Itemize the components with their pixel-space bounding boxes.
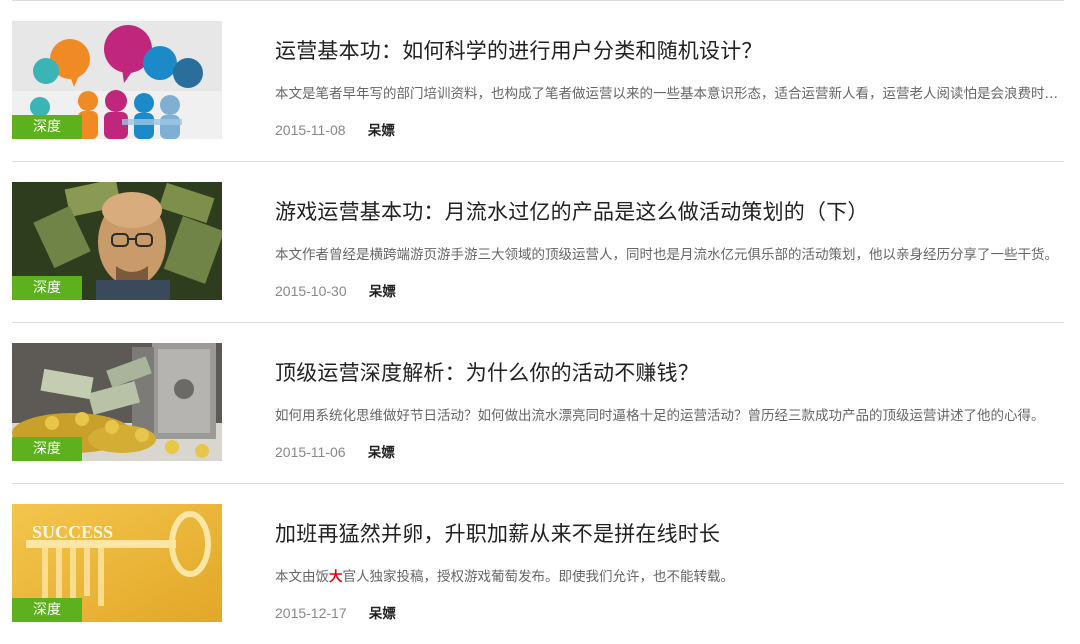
- article-thumbnail[interactable]: SUCCESS 深度: [12, 504, 222, 622]
- article-meta: 2015-12-17 呆嫖: [275, 602, 396, 622]
- summary-text: 本文由饭: [275, 569, 329, 585]
- success-key-image-text: SUCCESS: [32, 522, 113, 542]
- article-list: 深度 运营基本功：如何科学的进行用户分类和随机设计？ 本文是笔者早年写的部门培训…: [12, 1, 1064, 644]
- article-summary: 本文是笔者早年写的部门培训资料，也构成了笔者做运营以来的一些基本意识形态，适合运…: [275, 86, 1064, 102]
- article-item: 深度 顶级运营深度解析：为什么你的活动不赚钱？ 如何用系统化思维做好节日活动？如…: [12, 323, 1064, 484]
- article-item: 深度 游戏运营基本功：月流水过亿的产品是这么做活动策划的（下） 本文作者曾经是横…: [12, 162, 1064, 323]
- article-title[interactable]: 顶级运营深度解析：为什么你的活动不赚钱？: [275, 357, 699, 387]
- article-date: 2015-10-30: [275, 283, 347, 299]
- article-thumbnail[interactable]: 深度: [12, 182, 222, 300]
- article-summary: 本文由饭大官人独家投稿，授权游戏葡萄发布。即使我们允许，也不能转载。: [275, 565, 1064, 585]
- depth-tag: 深度: [12, 276, 82, 300]
- article-date: 2015-11-08: [275, 122, 346, 138]
- depth-tag: 深度: [12, 115, 82, 139]
- article-author[interactable]: 呆嫖: [368, 445, 395, 461]
- depth-tag: 深度: [12, 598, 82, 622]
- article-title[interactable]: 加班再猛然并卵，升职加薪从来不是拼在线时长: [275, 518, 720, 548]
- article-item: SUCCESS 深度 加班再猛然并卵，升职加薪从来不是拼在线时长 本文由饭大官人…: [12, 484, 1064, 644]
- article-title[interactable]: 游戏运营基本功：月流水过亿的产品是这么做活动策划的（下）: [275, 196, 869, 226]
- article-date: 2015-11-06: [275, 444, 346, 460]
- article-thumbnail[interactable]: 深度: [12, 343, 222, 461]
- article-author[interactable]: 呆嫖: [368, 123, 395, 139]
- article-title[interactable]: 运营基本功：如何科学的进行用户分类和随机设计？: [275, 35, 763, 65]
- article-meta: 2015-11-06 呆嫖: [275, 441, 395, 461]
- article-author[interactable]: 呆嫖: [369, 606, 396, 622]
- article-meta: 2015-10-30 呆嫖: [275, 280, 396, 300]
- article-date: 2015-12-17: [275, 605, 347, 621]
- depth-tag: 深度: [12, 437, 82, 461]
- article-summary: 如何用系统化思维做好节日活动？如何做出流水漂亮同时逼格十足的运营活动？曾历经三款…: [275, 408, 1045, 424]
- article-summary: 本文作者曾经是横跨端游页游手游三大领域的顶级运营人，同时也是月流水亿元俱乐部的活…: [275, 247, 1058, 263]
- summary-highlight: 大: [329, 569, 343, 585]
- article-author[interactable]: 呆嫖: [369, 284, 396, 300]
- article-meta: 2015-11-08 呆嫖: [275, 119, 395, 139]
- article-item: 深度 运营基本功：如何科学的进行用户分类和随机设计？ 本文是笔者早年写的部门培训…: [12, 1, 1064, 162]
- article-thumbnail[interactable]: 深度: [12, 21, 222, 139]
- summary-text: 官人独家投稿，授权游戏葡萄发布。即使我们允许，也不能转载。: [342, 569, 735, 585]
